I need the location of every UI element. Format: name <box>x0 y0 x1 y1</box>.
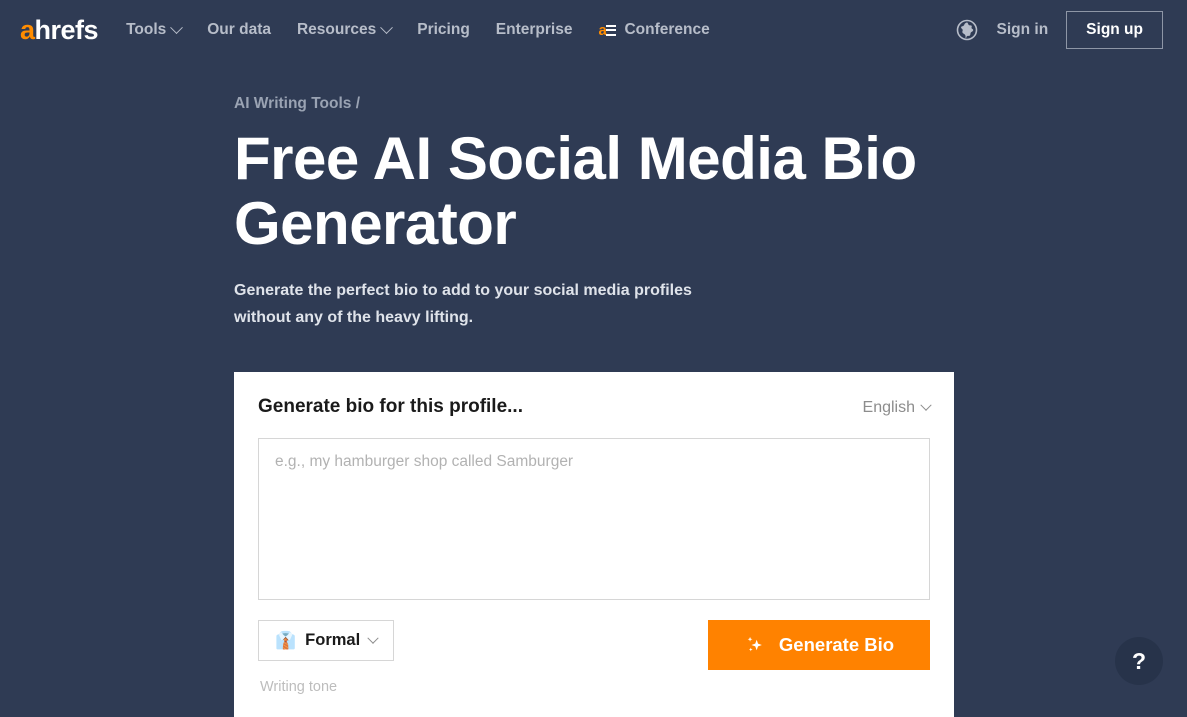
writing-tone-dropdown[interactable]: 👔 Formal <box>258 620 395 661</box>
sign-up-button[interactable]: Sign up <box>1066 11 1163 49</box>
nav-right-actions: Sign in Sign up <box>955 11 1163 49</box>
ahrefs-conference-icon: a <box>598 23 617 39</box>
chevron-down-icon <box>170 20 184 34</box>
nav-item-label: Tools <box>126 21 167 38</box>
language-selector-value: English <box>862 399 915 416</box>
profile-input[interactable] <box>258 438 930 600</box>
nav-item-label: Our data <box>207 21 271 38</box>
conference-icon-bars <box>606 24 617 39</box>
logo-text: hrefs <box>34 14 99 45</box>
chevron-down-icon <box>920 399 932 411</box>
nav-item-pricing[interactable]: Pricing <box>417 21 470 39</box>
top-navigation-bar: ahrefs Tools Our data Resources Pricing … <box>0 0 1187 60</box>
necktie-icon: 👔 <box>275 631 297 650</box>
nav-item-enterprise[interactable]: Enterprise <box>496 21 573 39</box>
nav-item-our-data[interactable]: Our data <box>207 21 271 39</box>
page-subtitle: Generate the perfect bio to add to your … <box>234 281 692 327</box>
nav-item-tools[interactable]: Tools <box>126 20 184 39</box>
chevron-down-icon <box>380 20 394 34</box>
nav-links: Tools Our data Resources Pricing Enterpr… <box>126 20 710 39</box>
page-title: Free AI Social Media Bio Generator <box>234 125 917 257</box>
sign-in-link[interactable]: Sign in <box>997 21 1049 39</box>
nav-item-label: Resources <box>296 21 377 38</box>
card-title: Generate bio for this profile... <box>258 396 523 417</box>
generate-bio-button[interactable]: Generate Bio <box>708 620 930 670</box>
nav-item-conference[interactable]: a Conference <box>598 21 709 39</box>
language-selector[interactable]: English <box>862 399 932 417</box>
card-footer: 👔 Formal Writing tone Generate Bio <box>258 620 930 695</box>
breadcrumb[interactable]: AI Writing Tools / <box>234 95 1187 113</box>
writing-tone-group: 👔 Formal Writing tone <box>258 620 395 695</box>
generator-card: Generate bio for this profile... English… <box>234 372 954 717</box>
generate-bio-button-label: Generate Bio <box>778 634 895 655</box>
hero-section: AI Writing Tools / Free AI Social Media … <box>0 60 1187 332</box>
nav-item-label: Enterprise <box>495 21 573 38</box>
writing-tone-label: Writing tone <box>260 679 338 695</box>
card-header: Generate bio for this profile... English <box>258 396 932 418</box>
sparkles-icon <box>744 634 766 656</box>
logo-accent-letter: a <box>20 14 35 45</box>
ahrefs-logo[interactable]: ahrefs <box>20 14 99 45</box>
chevron-down-icon <box>367 632 379 644</box>
nav-item-label: Pricing <box>417 21 470 38</box>
writing-tone-value: Formal <box>305 631 361 649</box>
nav-item-label: Conference <box>624 21 710 38</box>
globe-icon[interactable] <box>955 18 979 42</box>
help-button[interactable]: ? <box>1115 637 1163 685</box>
nav-item-resources[interactable]: Resources <box>296 20 394 39</box>
